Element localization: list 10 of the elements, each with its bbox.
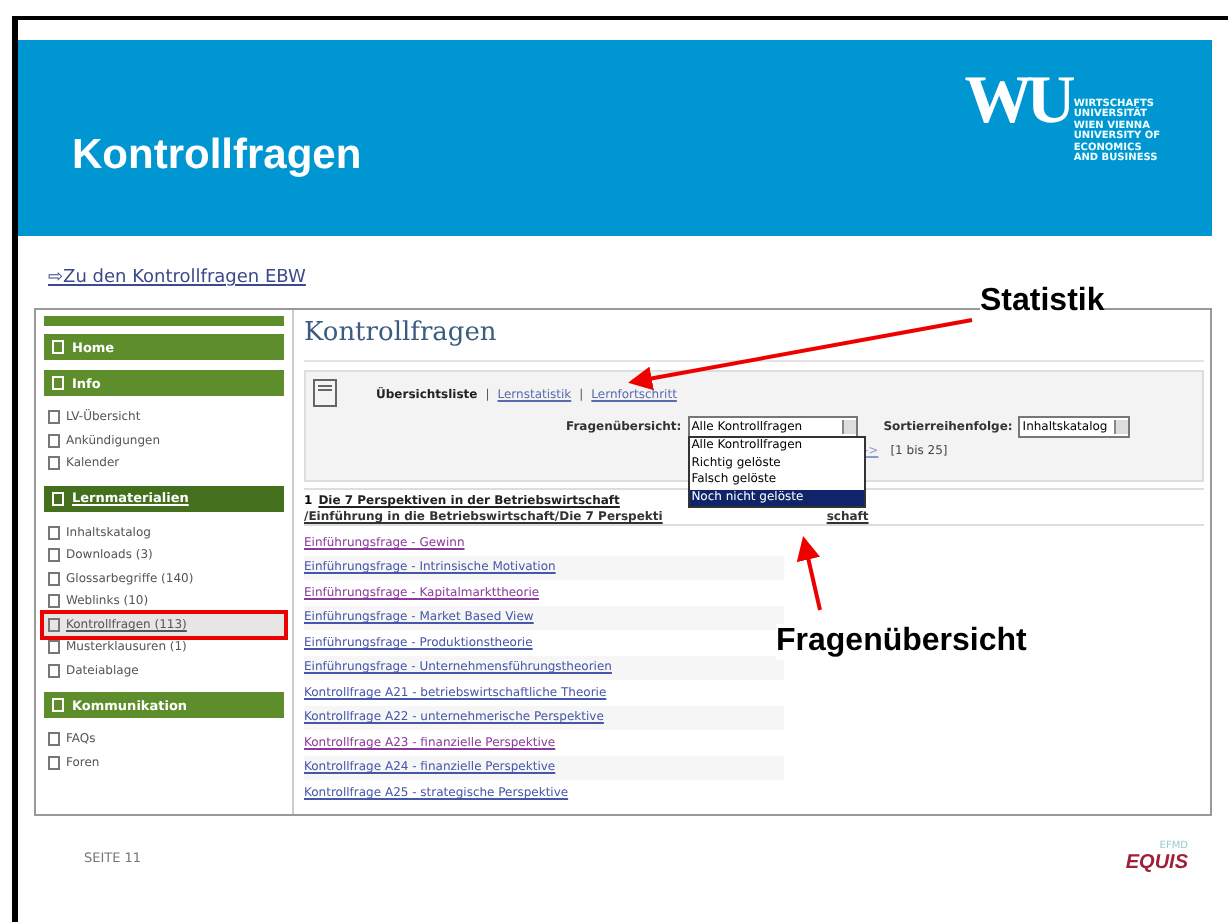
section-icon bbox=[52, 698, 64, 712]
section-icon bbox=[52, 376, 64, 390]
callout-label: Fragenübersicht bbox=[776, 624, 1027, 660]
question-document-icon bbox=[312, 378, 340, 410]
section-icon bbox=[52, 340, 64, 354]
callout-arrow bbox=[796, 536, 822, 611]
slide-title: Kontrollfragen bbox=[72, 130, 362, 180]
logo-mark: WU bbox=[964, 67, 1070, 135]
kontrollfragen-link[interactable]: ⇨Zu den Kontrollfragen EBW bbox=[48, 268, 306, 288]
section-icon bbox=[52, 491, 64, 505]
